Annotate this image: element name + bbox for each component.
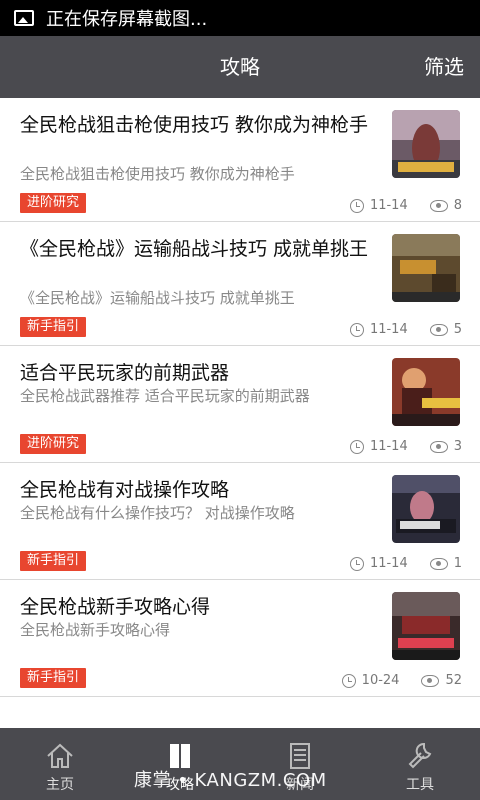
- wrench-icon: [408, 742, 432, 769]
- article-date: 10-24: [361, 673, 400, 688]
- article-meta: 10-24 52: [341, 673, 462, 688]
- article-title: 全民枪战新手攻略心得: [20, 596, 211, 618]
- article-thumbnail: [392, 475, 460, 543]
- article-summary: 《全民枪战》运输船战斗技巧 成就单挑王: [20, 289, 295, 307]
- article-meta: 11-14 3: [349, 439, 462, 454]
- article-views: 52: [445, 673, 462, 688]
- eye-icon: [429, 557, 448, 570]
- page-title: 攻略: [220, 55, 260, 79]
- article-tag: 新手指引: [20, 668, 87, 688]
- article-title: 适合平民玩家的前期武器: [20, 362, 230, 384]
- filter-button[interactable]: 筛选: [424, 36, 464, 98]
- status-bar: 正在保存屏幕截图...: [0, 0, 480, 36]
- article-summary: 全民枪战狙击枪使用技巧 教你成为神枪手: [20, 165, 295, 183]
- article-views: 5: [453, 322, 462, 337]
- article-views: 3: [453, 439, 462, 454]
- article-item[interactable]: 全民枪战狙击枪使用技巧 教你成为神枪手 全民枪战狙击枪使用技巧 教你成为神枪手 …: [0, 98, 480, 222]
- clock-icon: [349, 322, 364, 337]
- article-meta: 11-14 8: [349, 198, 462, 213]
- article-summary: 全民枪战武器推荐 适合平民玩家的前期武器: [20, 387, 310, 405]
- home-icon: [47, 743, 73, 768]
- article-date: 11-14: [369, 198, 408, 213]
- tab-home[interactable]: 主页: [0, 728, 120, 800]
- tab-label: 工具: [406, 777, 434, 793]
- article-views: 8: [453, 198, 462, 213]
- screenshot-icon: [14, 10, 34, 26]
- article-date: 11-14: [369, 556, 408, 571]
- article-meta: 11-14 1: [349, 556, 462, 571]
- tab-label: 主页: [46, 777, 74, 793]
- article-tag: 进阶研究: [20, 193, 87, 213]
- article-thumbnail: [392, 358, 460, 426]
- article-thumbnail: [392, 110, 460, 178]
- eye-icon: [429, 199, 448, 212]
- clock-icon: [349, 439, 364, 454]
- article-meta: 11-14 5: [349, 322, 462, 337]
- article-thumbnail: [392, 592, 460, 660]
- article-item[interactable]: 《全民枪战》运输船战斗技巧 成就单挑王 《全民枪战》运输船战斗技巧 成就单挑王 …: [0, 222, 480, 346]
- article-date: 11-14: [369, 439, 408, 454]
- article-thumbnail: [392, 234, 460, 302]
- clock-icon: [349, 556, 364, 571]
- eye-icon: [429, 323, 448, 336]
- article-summary: 全民枪战新手攻略心得: [20, 621, 171, 639]
- article-item[interactable]: 适合平民玩家的前期武器 全民枪战武器推荐 适合平民玩家的前期武器 进阶研究 11…: [0, 346, 480, 463]
- watermark: 康掌 • KANGZM.COM: [134, 770, 327, 791]
- eye-icon: [421, 674, 440, 687]
- article-date: 11-14: [369, 322, 408, 337]
- article-list: 全民枪战狙击枪使用技巧 教你成为神枪手 全民枪战狙击枪使用技巧 教你成为神枪手 …: [0, 98, 480, 697]
- article-title: 全民枪战狙击枪使用技巧 教你成为神枪手: [20, 114, 369, 136]
- article-title: 《全民枪战》运输船战斗技巧 成就单挑王: [20, 238, 369, 260]
- tab-tools[interactable]: 工具: [360, 728, 480, 800]
- title-bar: 攻略 筛选: [0, 36, 480, 98]
- clock-icon: [341, 673, 356, 688]
- article-tag: 进阶研究: [20, 434, 87, 454]
- status-text: 正在保存屏幕截图...: [46, 9, 208, 30]
- article-title: 全民枪战有对战操作攻略: [20, 479, 230, 501]
- article-views: 1: [453, 556, 462, 571]
- article-item[interactable]: 全民枪战有对战操作攻略 全民枪战有什么操作技巧？ 对战操作攻略 新手指引 11-…: [0, 463, 480, 580]
- article-summary: 全民枪战有什么操作技巧？ 对战操作攻略: [20, 504, 295, 522]
- eye-icon: [429, 440, 448, 453]
- article-tag: 新手指引: [20, 551, 87, 571]
- article-item[interactable]: 全民枪战新手攻略心得 全民枪战新手攻略心得 新手指引 10-24 52: [0, 580, 480, 697]
- article-tag: 新手指引: [20, 317, 87, 337]
- clock-icon: [349, 198, 364, 213]
